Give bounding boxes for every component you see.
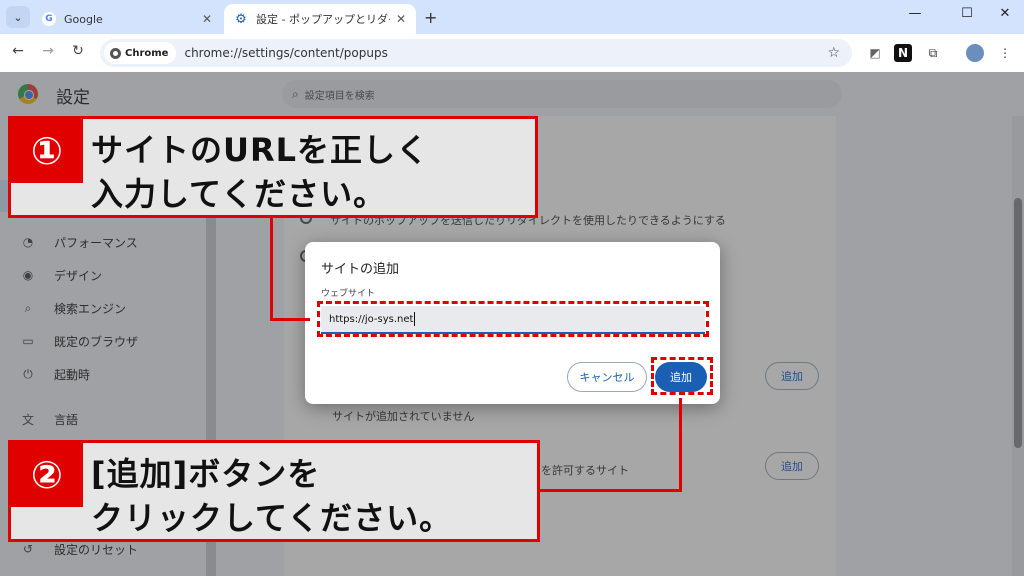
- tab-settings[interactable]: ⚙ 設定 - ポップアップとリダイレクト ✕: [224, 4, 416, 34]
- callout-text-line1: サイトのURLを正しく: [91, 131, 430, 169]
- close-window-icon[interactable]: ✕: [990, 6, 1020, 21]
- tab-google[interactable]: G Google ✕: [32, 4, 222, 34]
- callout-text-line1: [追加]ボタンを: [91, 455, 321, 493]
- forward-icon[interactable]: →: [38, 43, 58, 59]
- site-info-chip[interactable]: Chrome: [104, 42, 177, 64]
- tab-strip: ⌄ G Google ✕ ⚙ 設定 - ポップアップとリダイレクト ✕ + — …: [0, 0, 1024, 34]
- reload-icon[interactable]: ↻: [68, 43, 88, 59]
- maximize-icon[interactable]: ☐: [952, 6, 982, 21]
- avatar[interactable]: [966, 44, 984, 62]
- chip-label: Chrome: [125, 47, 169, 59]
- input-highlight: [317, 301, 709, 337]
- close-icon[interactable]: ✕: [202, 12, 212, 26]
- step-number: ①: [11, 119, 83, 183]
- browser-toolbar: ← → ↻ Chrome chrome://settings/content/p…: [0, 34, 1024, 72]
- dialog-title: サイトの追加: [321, 262, 400, 277]
- tab-title: Google: [64, 12, 103, 26]
- gear-icon: ⚙: [235, 11, 247, 27]
- google-g-icon: G: [42, 12, 56, 26]
- address-bar[interactable]: Chrome chrome://settings/content/popups …: [100, 39, 852, 67]
- tab-title: 設定 - ポップアップとリダイレクト: [256, 13, 390, 26]
- connector-line: [270, 214, 273, 320]
- bookmark-star-icon[interactable]: ☆: [827, 45, 840, 61]
- more-menu-icon[interactable]: ⋮: [996, 44, 1014, 62]
- url-text[interactable]: chrome://settings/content/popups: [184, 46, 387, 60]
- connector-line: [679, 398, 682, 492]
- connector-line: [540, 489, 682, 492]
- chrome-icon: [110, 47, 121, 59]
- extension-icon[interactable]: ◩: [866, 44, 884, 62]
- close-icon[interactable]: ✕: [396, 12, 406, 26]
- website-field-label: ウェブサイト: [321, 289, 376, 299]
- puzzle-icon[interactable]: ⧉: [924, 44, 942, 62]
- tab-search-button[interactable]: ⌄: [6, 6, 30, 28]
- minimize-icon[interactable]: —: [900, 6, 930, 21]
- instruction-callout-1: ① サイトのURLを正しく 入力してください。: [8, 116, 538, 218]
- step-number: ②: [11, 443, 83, 507]
- callout-text-line2: クリックしてください。: [91, 499, 453, 537]
- new-tab-button[interactable]: +: [424, 8, 437, 27]
- cancel-button[interactable]: キャンセル: [567, 362, 647, 392]
- back-icon[interactable]: ←: [8, 43, 28, 59]
- callout-text-line2: 入力してください。: [91, 175, 387, 213]
- add-button-highlight: [651, 357, 713, 395]
- connector-line: [270, 318, 310, 321]
- instruction-callout-2: ② [追加]ボタンを クリックしてください。: [8, 440, 540, 542]
- notion-icon[interactable]: N: [894, 44, 912, 62]
